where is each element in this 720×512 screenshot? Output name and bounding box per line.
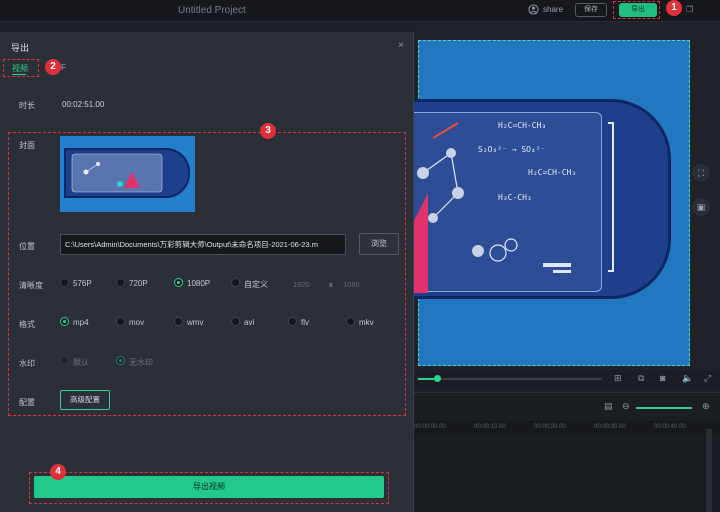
project-title: Untitled Project — [178, 5, 246, 16]
formula-text: S₂O₈²⁻ → SO₄²⁻ — [478, 145, 546, 154]
app-window: Untitled Project share 保存 导出 ❐ H₂C=CH-CH… — [0, 0, 720, 512]
annotation-badge-4: 4 — [50, 464, 66, 480]
timeline-scrollbar[interactable] — [706, 429, 712, 512]
ruler-tick: 00:00:00.00 — [414, 424, 446, 430]
grid-icon[interactable]: ▤ — [604, 401, 613, 412]
ruler-tick: 00:00:30.00 — [594, 424, 626, 430]
annotation-badge-3: 3 — [260, 123, 276, 139]
share-icon[interactable] — [528, 4, 539, 15]
annotation-box-1 — [613, 1, 660, 19]
fullscreen-icon[interactable]: ⤢ — [704, 373, 711, 384]
lock-icon[interactable]: ▣ — [692, 198, 710, 216]
tab-other[interactable]: F — [61, 63, 66, 72]
annotation-box-3 — [8, 132, 406, 416]
title-bar: Untitled Project share 保存 导出 ❐ — [0, 0, 720, 22]
preview-panel: H₂C=CH-CH₃ S₂O₈²⁻ → SO₄²⁻ H₂C=CH-CH₃ H₃C… — [398, 22, 720, 370]
close-icon[interactable]: × — [398, 40, 404, 51]
save-button[interactable]: 保存 — [575, 3, 607, 17]
annotation-badge-1: 1 — [666, 0, 682, 16]
annotation-box-2 — [3, 59, 39, 77]
annotation-box-4 — [29, 472, 389, 504]
ruler-tick: 00:00:40.00 — [654, 424, 686, 430]
formula-text: H₃C-CH₃ — [498, 193, 532, 202]
playback-bar: ⊞ ⧉ ◙ 🔈 ⤢ — [414, 370, 720, 390]
volume-icon[interactable]: 🔈 — [682, 373, 693, 384]
molecule-illustration — [398, 122, 571, 293]
screen-icon[interactable]: ⊞ — [614, 373, 622, 384]
window-restore-icon[interactable]: ❐ — [686, 5, 693, 14]
formula-text: H₂C=CH-CH₃ — [528, 168, 577, 177]
zoom-out-icon[interactable]: ⊖ — [622, 401, 630, 412]
chemistry-board-illustration: H₂C=CH-CH₃ S₂O₈²⁻ → SO₄²⁻ H₂C=CH-CH₃ H₃C… — [398, 112, 602, 293]
ruler-tick: 00:00:20.00 — [534, 424, 566, 430]
resize-icon[interactable]: ⧉ — [638, 373, 644, 384]
zoom-slider[interactable] — [636, 407, 692, 409]
bracket-decoration — [608, 122, 614, 272]
annotation-badge-2: 2 — [45, 59, 61, 75]
playhead-handle[interactable] — [434, 375, 441, 382]
formula-text: H₂C=CH-CH₃ — [498, 121, 547, 130]
playback-track[interactable] — [418, 378, 602, 380]
duration-value: 00:02:51.00 — [62, 100, 105, 109]
preview-frame: H₂C=CH-CH₃ S₂O₈²⁻ → SO₄²⁻ H₂C=CH-CH₃ H₃C… — [398, 99, 671, 299]
dialog-title: 导出 — [11, 43, 30, 53]
preview-canvas[interactable]: H₂C=CH-CH₃ S₂O₈²⁻ → SO₄²⁻ H₂C=CH-CH₃ H₃C… — [398, 40, 690, 366]
timeline-panel: ▤ ⊖ ⊕ — [414, 392, 720, 512]
ruler-tick: 00:00:10.00 — [474, 424, 506, 430]
zoom-in-icon[interactable]: ⊕ — [702, 401, 710, 412]
share-button[interactable]: share — [543, 5, 563, 14]
duration-label: 时长 — [19, 101, 35, 110]
fit-screen-icon[interactable]: ⛶ — [692, 164, 710, 182]
camera-icon[interactable]: ◙ — [660, 373, 665, 383]
